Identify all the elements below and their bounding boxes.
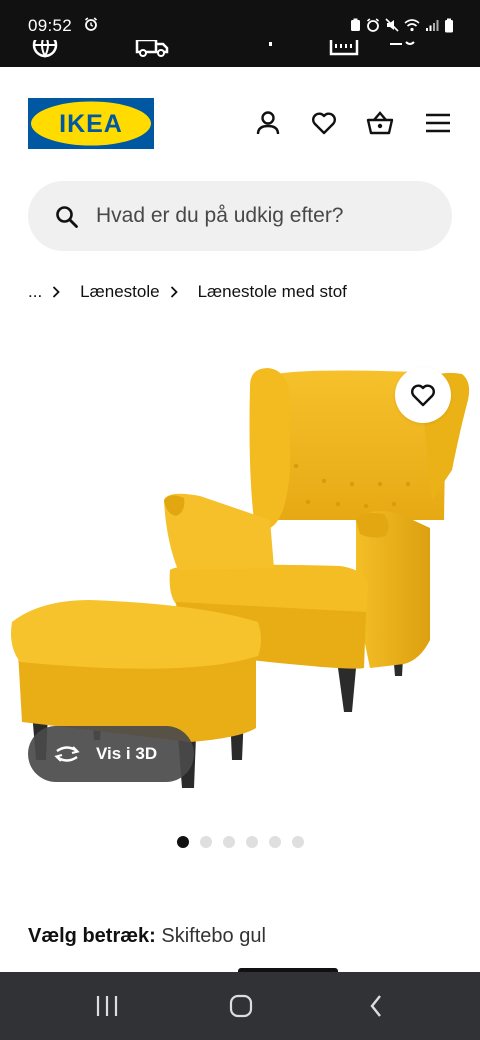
cover-value: Skiftebo gul [161,925,266,947]
rotate-3d-icon [54,746,80,762]
basket-button[interactable] [366,109,394,137]
wifi-icon [404,19,420,32]
chevron-right-icon [170,285,188,299]
search-bar[interactable] [28,181,452,251]
battery-icon [445,18,453,32]
utility-bar [0,40,480,67]
breadcrumb-ellipsis[interactable]: ... [28,282,42,302]
ikea-logo[interactable]: IKEA ® [28,98,154,149]
carousel-dot[interactable] [223,836,235,848]
heart-icon [411,384,435,407]
mute-icon [385,18,399,32]
account-button[interactable] [254,109,282,137]
status-bar: 09:52 [0,0,480,40]
recent-apps-button[interactable] [87,990,127,1022]
carousel-dot[interactable] [177,836,189,848]
svg-text:®: ® [147,109,151,116]
chevron-right-icon [52,285,70,299]
heart-icon [312,112,336,135]
image-carousel-dots [177,836,304,848]
carousel-dot[interactable] [269,836,281,848]
menu-icon [426,113,450,133]
menu-button[interactable] [424,109,452,137]
battery-saver-icon [351,18,360,31]
product-favourite-button[interactable] [395,367,451,423]
alarm-icon [366,18,380,32]
carousel-dot[interactable] [246,836,258,848]
breadcrumb: ... Lænestole Lænestole med stof [28,280,347,304]
breadcrumb-item-laenestole[interactable]: Lænestole [80,282,159,302]
search-input[interactable] [96,181,436,251]
favourites-button[interactable] [310,109,338,137]
site-header: IKEA ® [0,67,480,177]
cover-selection[interactable]: Vælg betræk: Skiftebo gul [28,925,266,948]
recent-apps-icon [96,996,118,1016]
status-time: 09:52 [28,16,73,35]
store-icon[interactable] [328,40,360,60]
carousel-dot[interactable] [200,836,212,848]
logo-wordmark: IKEA [59,110,123,138]
user-icon [256,111,280,135]
search-icon [56,206,78,228]
view-in-3d-label: Vis i 3D [96,744,158,763]
back-button[interactable] [356,990,396,1022]
breadcrumb-item-laenestole-med-stof[interactable]: Lænestole med stof [198,282,347,302]
utility-text-fragment [390,41,415,45]
signal-icon [426,20,439,31]
carousel-dot[interactable] [292,836,304,848]
home-icon [229,994,253,1018]
truck-icon[interactable] [134,40,170,60]
utility-text-fragment [269,42,272,46]
system-nav-bar [0,972,480,1040]
home-button[interactable] [221,990,261,1022]
view-in-3d-button[interactable]: Vis i 3D [28,726,194,782]
basket-icon [366,111,394,135]
status-icons [350,17,454,33]
globe-icon[interactable] [30,40,60,60]
alarm-icon [84,17,98,31]
cover-label: Vælg betræk: [28,925,156,947]
back-icon [370,995,381,1017]
